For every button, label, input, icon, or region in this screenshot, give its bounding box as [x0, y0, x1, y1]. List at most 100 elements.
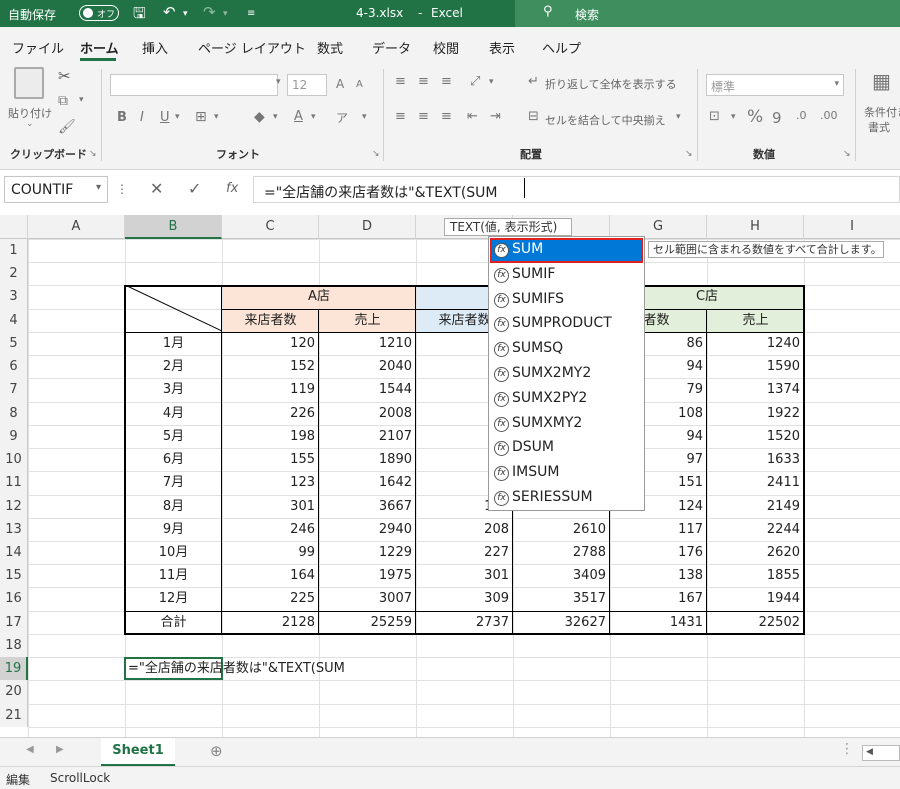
align-middle-icon[interactable]: ≡ — [418, 74, 429, 89]
font-size-box[interactable]: 12 — [287, 74, 327, 96]
tab-page-layout[interactable]: ページ レイアウト — [198, 38, 306, 57]
underline-dropdown-icon[interactable]: ▾ — [175, 112, 180, 122]
borders-icon[interactable]: ⊞ — [195, 109, 207, 125]
autosave-toggle[interactable]: オフ — [79, 5, 119, 21]
undo-dropdown-icon[interactable]: ▾ — [183, 9, 188, 19]
conditional-format-label-2[interactable]: 書式 — [868, 119, 890, 135]
row-header-2[interactable]: 2 — [0, 262, 28, 286]
horizontal-scrollbar[interactable]: ◀ — [862, 745, 900, 761]
cut-icon[interactable]: ✂ — [58, 67, 71, 85]
row-header-13[interactable]: 13 — [0, 517, 28, 541]
borders-dropdown-icon[interactable]: ▾ — [214, 112, 219, 122]
autocomplete-item[interactable]: fx SUM — [490, 238, 643, 263]
font-name-box[interactable] — [110, 74, 278, 96]
format-painter-icon[interactable]: 🖌 — [58, 119, 76, 135]
clipboard-launcher-icon[interactable]: ↘ — [89, 149, 97, 159]
bold-icon[interactable]: B — [117, 110, 127, 125]
autocomplete-item[interactable]: fx DSUM — [490, 436, 643, 461]
accounting-dropdown-icon[interactable]: ▾ — [731, 112, 736, 122]
row-header-19[interactable]: 19 — [0, 657, 28, 681]
accounting-icon[interactable]: ⊡ — [709, 109, 720, 124]
row-header-12[interactable]: 12 — [0, 494, 28, 518]
copy-dropdown-icon[interactable]: ▾ — [79, 95, 84, 105]
autocomplete-item[interactable]: fx SUMIF — [490, 263, 643, 288]
conditional-format-label-1[interactable]: 条件付き — [864, 104, 900, 120]
undo-icon[interactable]: ↶ — [163, 3, 176, 21]
select-all-corner[interactable] — [0, 215, 28, 239]
row-header-14[interactable]: 14 — [0, 540, 28, 565]
decrease-font-icon[interactable]: A — [356, 79, 363, 90]
autocomplete-item[interactable]: fx SUMXMY2 — [490, 412, 643, 437]
customize-qat-icon[interactable]: ≡ — [247, 8, 255, 19]
autocomplete-item[interactable]: fx SUMX2PY2 — [490, 387, 643, 412]
decrease-indent-icon[interactable]: ⇤ — [467, 109, 478, 124]
autocomplete-item[interactable]: fx SUMIFS — [490, 288, 643, 313]
column-header-h[interactable]: H — [707, 215, 804, 239]
add-sheet-icon[interactable]: ⊕ — [210, 742, 223, 760]
row-header-15[interactable]: 15 — [0, 564, 28, 588]
font-name-dropdown-icon[interactable]: ▾ — [276, 77, 281, 87]
row-header-10[interactable]: 10 — [0, 448, 28, 472]
row-header-5[interactable]: 5 — [0, 331, 28, 356]
autocomplete-item[interactable]: fx IMSUM — [490, 461, 643, 486]
merge-icon[interactable]: ⊟ — [528, 109, 539, 124]
tab-home[interactable]: ホーム — [80, 38, 119, 57]
tab-review[interactable]: 校閲 — [433, 38, 459, 57]
redo-dropdown-icon[interactable]: ▾ — [223, 9, 228, 19]
function-tooltip[interactable]: TEXT(値, 表示形式) — [444, 218, 572, 236]
fill-color-dropdown-icon[interactable]: ▾ — [273, 112, 278, 122]
merge-center-button[interactable]: セルを結合して中央揃え — [545, 112, 666, 128]
scroll-right-icon[interactable]: ▶ — [56, 744, 64, 755]
percent-icon[interactable]: % — [747, 107, 763, 127]
row-header-11[interactable]: 11 — [0, 471, 28, 495]
italic-icon[interactable]: I — [140, 110, 144, 125]
column-header-d[interactable]: D — [319, 215, 416, 239]
column-header-a[interactable]: A — [28, 215, 125, 239]
row-header-7[interactable]: 7 — [0, 378, 28, 402]
row-header-3[interactable]: 3 — [0, 285, 28, 309]
copy-icon[interactable]: ⧉ — [58, 93, 68, 109]
merge-dropdown-icon[interactable]: ▾ — [676, 112, 681, 122]
number-format-box[interactable]: 標準 ▾ — [706, 74, 844, 96]
column-header-b[interactable]: B — [125, 215, 222, 239]
increase-decimal-icon[interactable]: .0 — [796, 109, 807, 122]
row-header-18[interactable]: 18 — [0, 633, 28, 658]
fill-color-icon[interactable]: ◆ — [254, 109, 265, 125]
paste-dropdown-icon[interactable]: ⌄ — [26, 119, 34, 129]
conditional-format-icon[interactable]: ▦ — [872, 69, 891, 93]
comma-icon[interactable]: 9 — [772, 109, 782, 127]
wrap-text-button[interactable]: 折り返して全体を表示する — [545, 76, 677, 92]
font-launcher-icon[interactable]: ↘ — [372, 149, 380, 159]
tab-data[interactable]: データ — [372, 38, 411, 57]
column-header-i[interactable]: I — [804, 215, 900, 239]
align-bottom-icon[interactable]: ≡ — [441, 74, 452, 89]
search-box[interactable]: ⚲ 検索 — [515, 0, 900, 27]
sheet-tab-sheet1[interactable]: Sheet1 — [101, 738, 175, 766]
row-header-20[interactable]: 20 — [0, 680, 28, 704]
decrease-decimal-icon[interactable]: .00 — [820, 109, 838, 122]
row-header-16[interactable]: 16 — [0, 587, 28, 611]
tab-formulas[interactable]: 数式 — [317, 38, 343, 57]
save-icon[interactable]: 🖫 — [133, 3, 146, 28]
underline-icon[interactable]: U — [160, 110, 170, 125]
wrap-text-icon[interactable]: ↵ — [528, 74, 539, 89]
number-format-dropdown-icon[interactable]: ▾ — [834, 79, 839, 89]
autocomplete-item[interactable]: fx SERIESSUM — [490, 486, 643, 511]
autocomplete-item[interactable]: fx SUMPRODUCT — [490, 312, 643, 337]
insert-function-icon[interactable]: fx — [226, 181, 238, 196]
phonetic-icon[interactable]: ア — [336, 109, 348, 126]
tab-file[interactable]: ファイル — [12, 38, 64, 57]
redo-icon[interactable]: ↷ — [203, 3, 216, 21]
increase-indent-icon[interactable]: ⇥ — [490, 109, 501, 124]
row-header-8[interactable]: 8 — [0, 401, 28, 425]
autocomplete-item[interactable]: fx SUMX2MY2 — [490, 362, 643, 387]
align-top-icon[interactable]: ≡ — [395, 74, 406, 89]
tab-help[interactable]: ヘルプ — [542, 38, 581, 57]
row-header-9[interactable]: 9 — [0, 424, 28, 449]
autocomplete-item[interactable]: fx SUMSQ — [490, 337, 643, 362]
orientation-dropdown-icon[interactable]: ▾ — [489, 77, 494, 87]
cancel-icon[interactable]: ✕ — [150, 179, 163, 198]
row-header-1[interactable]: 1 — [0, 239, 28, 263]
row-header-17[interactable]: 17 — [0, 610, 28, 634]
row-header-4[interactable]: 4 — [0, 308, 28, 332]
